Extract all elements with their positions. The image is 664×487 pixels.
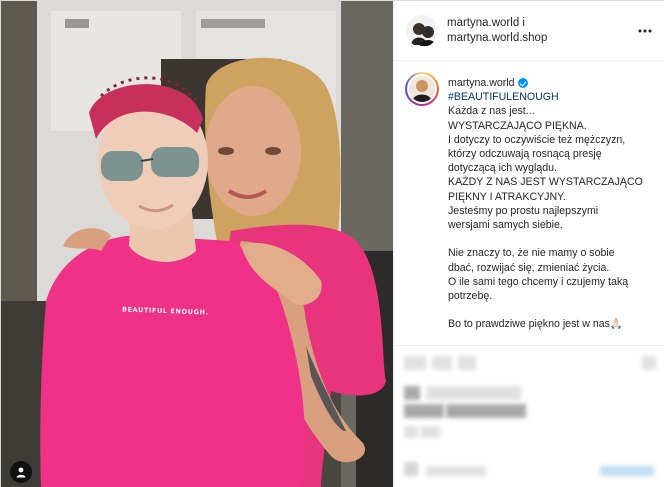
blurred-text <box>446 404 526 418</box>
avatar-image-icon <box>406 14 438 47</box>
caption-line: potrzebę. <box>448 290 493 303</box>
caption-line: Bo to prawdziwe piękno jest w nas🙏🏻 <box>448 318 624 331</box>
avatar-image-icon <box>409 76 435 102</box>
caption-line: O ile sami tego chcemy i czujemy taką <box>448 275 629 288</box>
post-header: martyna.world i martyna.world.shop <box>394 1 664 61</box>
blurred-icon <box>458 356 476 370</box>
caption-line: wersjami samych siebie. <box>448 219 563 232</box>
header-line-2[interactable]: martyna.world.shop <box>447 31 547 46</box>
blurred-avatar <box>404 386 420 400</box>
caption-line: Jesteśmy po prostu najlepszymi <box>448 204 599 217</box>
caption-text: martyna.world #BEAUTIFULENOUGH Każda z n… <box>448 76 660 332</box>
post-side-panel: martyna.world i martyna.world.shop marty… <box>393 1 664 487</box>
caption-line: WYSTARCZAJĄCO PIĘKNA. <box>448 119 587 132</box>
more-horizontal-icon[interactable] <box>637 23 653 39</box>
blurred-text <box>420 426 440 438</box>
blurred-comments-area <box>394 345 664 487</box>
caption-line: I dotyczy to oczywiście też mężczyzn, <box>448 133 626 146</box>
caption-line: dbać, rozwijać się, zmieniać życia. <box>448 261 610 274</box>
header-account-names[interactable]: martyna.world i martyna.world.shop <box>447 16 547 46</box>
caption-avatar[interactable] <box>405 72 439 106</box>
caption-line: PIĘKNY I ATRAKCYJNY. <box>448 190 566 203</box>
caption-hashtag[interactable]: #BEAUTIFULENOUGH <box>448 90 660 104</box>
blurred-input <box>426 466 486 476</box>
blurred-text <box>426 386 521 400</box>
blurred-avatar <box>404 462 418 476</box>
photo-illustration <box>1 1 393 487</box>
blurred-icon <box>432 356 452 370</box>
instagram-post: BEAUTIFUL ENOUGH. martyna.world i martyn… <box>0 0 664 487</box>
header-avatar[interactable] <box>406 14 438 47</box>
caption-line: KAŻDY Z NAS JEST WYSTARCZAJĄCO <box>448 176 643 189</box>
post-photo[interactable]: BEAUTIFUL ENOUGH. <box>1 1 393 487</box>
blurred-icon <box>404 356 426 370</box>
user-tag-icon[interactable] <box>10 461 32 483</box>
caption-username[interactable]: martyna.world <box>448 76 528 90</box>
blurred-text <box>404 404 444 418</box>
caption-line: Nie znaczy to, że nie mamy o sobie <box>448 247 615 260</box>
header-line-1[interactable]: martyna.world i <box>447 16 547 31</box>
blurred-icon <box>642 356 656 370</box>
blurred-post-button <box>600 466 654 476</box>
blurred-text <box>404 426 418 438</box>
caption-line: którzy odczuwają rosnącą presję <box>448 148 602 161</box>
caption-line: dotyczącą ich wyglądu. <box>448 162 557 175</box>
caption-username-text[interactable]: martyna.world <box>448 76 515 90</box>
verified-badge-icon <box>517 78 528 89</box>
caption-line: Każda z nas jest... <box>448 105 535 118</box>
